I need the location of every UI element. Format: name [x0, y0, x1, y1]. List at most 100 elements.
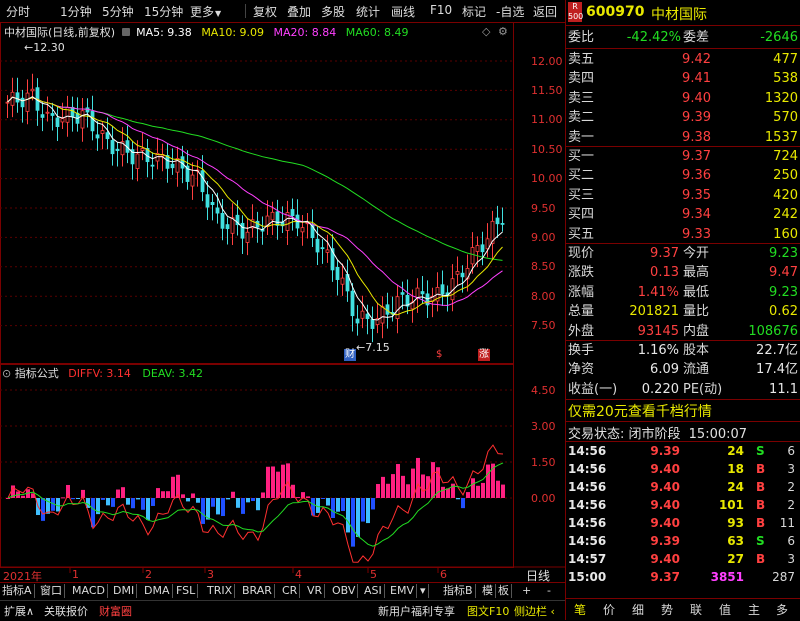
price-tick: 10.00	[531, 172, 563, 185]
tick-count: 11	[779, 516, 795, 530]
stat-value: 0.13	[650, 265, 679, 281]
high-price-value: 12.30	[33, 41, 65, 54]
trading-status-label: 交易状态: 闭市阶段	[568, 427, 681, 442]
related-quotes-tab[interactable]: 关联报价	[44, 603, 88, 619]
indicator-tick: 0.00	[531, 492, 556, 505]
tab-15min[interactable]: 15分钟	[144, 3, 183, 20]
add-favorite-button[interactable]: -自选	[496, 3, 524, 20]
chart-title: 中材国际(日线,前复权)	[4, 26, 116, 39]
stats-button[interactable]: 统计	[356, 3, 380, 20]
indicator-tick: 1.50	[531, 456, 556, 469]
remove-tab-button[interactable]: -	[545, 584, 553, 598]
price-tick: 10.50	[531, 143, 563, 156]
tab-emv[interactable]: EMV	[388, 584, 417, 598]
asks-row: 卖二 9.39 570	[566, 108, 800, 127]
bids-volume: 242	[773, 207, 798, 223]
tick-volume: 93	[727, 516, 744, 530]
more-button[interactable]: 更多▼	[190, 3, 221, 20]
deav-legend: DEAV: 3.42	[142, 367, 203, 380]
tab-indicator-a[interactable]: 指标A	[0, 584, 35, 598]
nav-trend[interactable]: 势	[661, 601, 673, 618]
stat-row: 涨幅 1.41% 最低 9.23	[566, 283, 800, 302]
diamond-icon[interactable]: ◇	[482, 25, 490, 38]
dividend-event-marker[interactable]: $	[436, 349, 442, 361]
bids-volume: 420	[773, 187, 798, 203]
order-diff-label: 委差	[683, 30, 710, 45]
add-tab-button[interactable]: +	[520, 584, 533, 598]
tab-1min[interactable]: 1分钟	[60, 3, 92, 20]
bids-row: 买四 9.34 242	[566, 205, 800, 224]
indicator-histogram	[6, 457, 505, 547]
nav-main[interactable]: 主	[748, 601, 760, 618]
high-price-marker: ←12.30	[24, 41, 65, 54]
tab-trix[interactable]: TRIX	[205, 584, 236, 598]
tab-obv[interactable]: OBV	[330, 584, 359, 598]
tab-template-1[interactable]: 模	[480, 584, 496, 598]
overlay-button[interactable]: 叠加	[287, 3, 311, 20]
tab-template-2[interactable]: 板	[496, 584, 512, 598]
tick-time: 14:56	[568, 462, 607, 476]
tab-vr[interactable]: VR	[305, 584, 326, 598]
stat-label: 现价	[568, 246, 595, 261]
mark-button[interactable]: 标记	[462, 3, 486, 20]
tab-dmi[interactable]: DMI	[111, 584, 138, 598]
nav-linked[interactable]: 联	[690, 601, 702, 618]
tick-count: 2	[787, 480, 795, 494]
asks-price: 9.39	[682, 110, 711, 126]
settings-icon[interactable]: ⚙	[498, 25, 508, 38]
tab-cr[interactable]: CR	[280, 584, 301, 598]
price-panel-frame	[0, 22, 514, 364]
earnings-event-marker[interactable]: 财	[344, 349, 356, 361]
tab-5min[interactable]: 5分钟	[102, 3, 134, 20]
tab-dma[interactable]: DMA	[142, 584, 173, 598]
tick-time: 14:56	[568, 534, 607, 548]
nav-detail[interactable]: 细	[632, 601, 644, 618]
dropdown-icon[interactable]	[121, 28, 130, 36]
bids-label: 买一	[568, 149, 595, 164]
stat-value: 11.1	[769, 381, 798, 397]
asks-price: 9.38	[682, 129, 711, 145]
f10-button[interactable]: F10	[430, 3, 452, 17]
draw-button[interactable]: 画线	[391, 3, 415, 20]
tab-more-arrow[interactable]: ▾	[418, 584, 429, 598]
f10-graphic-link[interactable]: 图文F10	[467, 603, 509, 619]
tab-macd[interactable]: MACD	[70, 584, 108, 598]
deav-line	[7, 462, 504, 547]
order-diff-value: -2646	[760, 30, 798, 45]
back-button[interactable]: 返回	[533, 3, 557, 20]
chart-toolbar: 分时 1分钟 5分钟 15分钟 更多▼ 复权 叠加 多股 统计 画线 F10 标…	[0, 0, 565, 23]
bids-row: 买二 9.36 250	[566, 166, 800, 185]
tick-count: 6	[787, 534, 795, 548]
expand-button[interactable]: 扩展∧	[4, 603, 34, 619]
nav-multi[interactable]: 多	[776, 601, 788, 618]
rise-event-marker[interactable]: 涨	[478, 349, 490, 361]
adjust-button[interactable]: 复权	[253, 3, 277, 20]
tab-window[interactable]: 窗口	[38, 584, 65, 598]
new-user-promo-link[interactable]: 新用户福利专享	[378, 603, 455, 619]
wealth-circle-tab[interactable]: 财富圈	[99, 603, 132, 619]
tab-intraday[interactable]: 分时	[6, 3, 30, 20]
kline-chart[interactable]	[0, 22, 565, 582]
price-tick: 9.50	[531, 202, 556, 215]
bids-label: 买四	[568, 207, 595, 223]
bids-price: 9.36	[682, 168, 711, 184]
indicator-menu-icon[interactable]: ⊙	[2, 367, 15, 380]
sidebar-toggle[interactable]: 侧边栏 ‹	[514, 603, 555, 619]
indicator-title[interactable]: 指标公式	[15, 367, 59, 380]
nav-value[interactable]: 值	[719, 601, 731, 618]
tab-brar[interactable]: BRAR	[240, 584, 275, 598]
stat-value: 0.62	[769, 304, 798, 320]
stat-label: 量比	[683, 304, 710, 320]
stat-value: 9.23	[769, 246, 798, 261]
nav-price[interactable]: 价	[603, 601, 615, 618]
tab-indicator-b[interactable]: 指标B	[441, 584, 476, 598]
tab-asi[interactable]: ASI	[362, 584, 385, 598]
tab-fsl[interactable]: FSL	[174, 584, 199, 598]
nav-trades[interactable]: 笔	[574, 601, 586, 618]
ma20-line	[7, 96, 503, 307]
multi-stock-button[interactable]: 多股	[321, 3, 345, 20]
price-tick: 9.00	[531, 231, 556, 244]
date-label: 4	[295, 568, 302, 581]
level2-promo-link[interactable]: 仅需20元查看千档行情	[568, 401, 712, 421]
date-label: 1	[72, 568, 79, 581]
